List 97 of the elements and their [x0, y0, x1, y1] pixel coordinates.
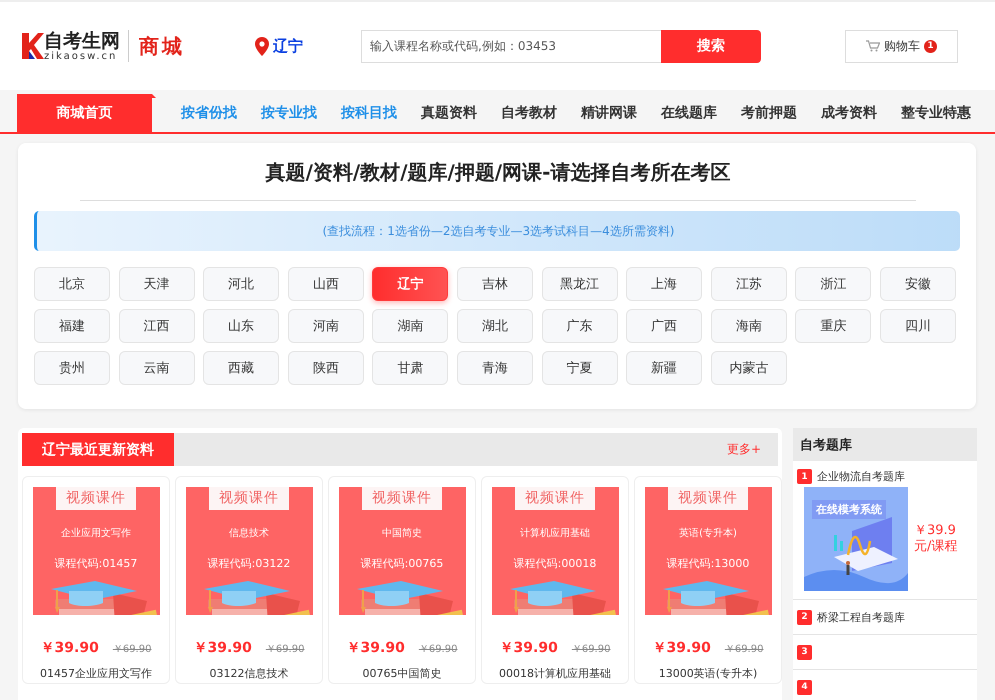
product-title[interactable]: 03122信息技术 [210, 666, 288, 681]
region-button[interactable]: 辽宁 [372, 267, 448, 301]
original-price: ￥69.90 [418, 643, 458, 656]
panel-title: 真题/资料/教材/题库/押题/网课-请选择自考所在考区 [80, 143, 916, 201]
cover-course-code: 课程代码:00018 [514, 556, 596, 571]
region-button[interactable]: 贵州 [34, 351, 110, 385]
product-card[interactable]: 视频课件 英语(专升本) 课程代码:13000 ￥39.90 ￥69.90 13000英语(专升本) [634, 476, 782, 684]
rank-badge: 4 [797, 680, 812, 694]
region-button[interactable]: 福建 [34, 309, 110, 343]
original-price: ￥69.90 [724, 643, 764, 656]
region-button[interactable]: 甘肃 [372, 351, 448, 385]
region-button[interactable]: 江西 [118, 309, 195, 343]
price: ￥39.90 [346, 639, 405, 657]
rank-badge: 3 [797, 644, 812, 660]
region-button[interactable]: 重庆 [795, 309, 872, 343]
region-button[interactable]: 上海 [626, 267, 702, 301]
original-price: ￥69.90 [112, 643, 152, 656]
cover-tag: 视频课件 [209, 487, 289, 510]
region-button[interactable]: 宁夏 [542, 351, 618, 385]
region-button[interactable]: 黑龙江 [542, 267, 618, 301]
region-button[interactable]: 海南 [710, 309, 787, 343]
search-field[interactable]: 输入课程名称或代码,例如：03453 [361, 30, 661, 62]
cover-course-name: 企业应用文写作 [61, 526, 131, 540]
region-button[interactable]: 四川 [880, 309, 956, 343]
location-pin-icon [255, 36, 269, 56]
product-title[interactable]: 00765中国简史 [362, 666, 442, 681]
cover-course-name: 中国简史 [382, 526, 422, 540]
region-button[interactable]: 广东 [542, 309, 618, 343]
location-link[interactable]: 辽宁 [273, 36, 303, 56]
region-button[interactable]: 北京 [34, 267, 110, 301]
cover-course-name: 英语(专升本) [679, 526, 737, 540]
cover-tag: 视频课件 [515, 487, 595, 510]
product-card[interactable]: 视频课件 信息技术 课程代码:03122 ￥39.90 ￥69.90 03122信息技术 [175, 476, 323, 684]
search-button[interactable]: 搜索 [661, 30, 761, 62]
region-button[interactable]: 山东 [203, 309, 280, 343]
region-button[interactable]: 云南 [118, 351, 195, 385]
mall-label: 商城 [139, 32, 185, 60]
cover-course-name: 计算机应用基础 [520, 526, 590, 540]
region-button[interactable]: 江苏 [710, 267, 787, 301]
region-button[interactable]: 内蒙古 [710, 351, 787, 385]
cover-course-code: 课程代码:00765 [360, 556, 444, 571]
region-button[interactable]: 山西 [288, 267, 364, 301]
nav-link[interactable]: 精讲网课 [581, 104, 637, 122]
notice-banner: (查找流程：1选省份—2选自考专业—3选考试科目—4选所需资料) [34, 211, 960, 251]
region-button[interactable]: 吉林 [456, 267, 533, 301]
region-button[interactable]: 湖北 [456, 309, 533, 343]
logo-text: 自考生网 [44, 30, 120, 50]
product-card[interactable]: 视频课件 计算机应用基础 课程代码:00018 ￥39.90 ￥69.90 00018计算机应用基础 [481, 476, 629, 684]
nav-link[interactable]: 整专业特惠 [901, 104, 971, 122]
question-bank-link[interactable]: 企业物流自考题库 [817, 469, 905, 484]
sidebar-title: 自考题库 [793, 428, 977, 461]
product-title[interactable]: 01457企业应用文写作 [40, 666, 152, 681]
region-button[interactable]: 天津 [118, 267, 195, 301]
cover-course-code: 课程代码:01457 [54, 556, 138, 571]
region-button[interactable]: 湖南 [372, 309, 448, 343]
nav-link[interactable]: 成考资料 [821, 104, 877, 122]
section-title: 辽宁最近更新资料 [22, 433, 174, 466]
price: ￥39.90 [652, 639, 711, 657]
product-title[interactable]: 13000英语(专升本) [658, 666, 758, 681]
cover-tag: 视频课件 [56, 487, 136, 510]
product-title[interactable]: 00018计算机应用基础 [499, 666, 611, 681]
region-button[interactable]: 安徽 [880, 267, 956, 301]
cover-course-name: 信息技术 [229, 526, 269, 540]
region-button[interactable]: 河北 [203, 267, 280, 301]
price: ￥39.90 [40, 639, 99, 657]
cart-count-badge: 1 [924, 40, 937, 52]
region-button[interactable]: 河南 [288, 309, 364, 343]
nav-link[interactable]: 在线题库 [661, 104, 717, 122]
banner-text: 在线模考系统 [812, 500, 886, 519]
nav-link[interactable]: 考前押题 [741, 104, 797, 122]
cover-tag: 视频课件 [362, 487, 442, 510]
question-bank-link[interactable]: 桥梁工程自考题库 [817, 610, 905, 624]
region-button[interactable]: 浙江 [795, 267, 872, 301]
price-unit: 元/课程 [914, 539, 958, 555]
rank-badge: 1 [797, 469, 812, 484]
rank-badge: 2 [797, 610, 812, 624]
product-card[interactable]: 视频课件 中国简史 课程代码:00765 ￥39.90 ￥69.90 00765中国简史 [328, 476, 476, 684]
cover-tag: 视频课件 [668, 487, 748, 510]
price: ￥39.90 [500, 639, 558, 657]
region-button[interactable]: 西藏 [203, 351, 280, 385]
cart-button[interactable]: 购物车 1 [845, 30, 958, 62]
region-button[interactable]: 新疆 [626, 351, 702, 385]
nav-link[interactable]: 自考教材 [501, 104, 557, 122]
product-card[interactable]: 视频课件 企业应用文写作 课程代码:01457 ￥39.90 ￥69.90 01457企业应用文写作 [22, 476, 170, 684]
region-button[interactable]: 青海 [456, 351, 533, 385]
original-price: ￥69.90 [266, 643, 304, 656]
nav-link[interactable]: 真题资料 [421, 104, 477, 122]
logo-domain: zikaosw.cn [44, 50, 118, 62]
region-button[interactable]: 广西 [626, 309, 702, 343]
price: ￥39.90 [194, 639, 252, 657]
price: ￥39.9 [914, 523, 957, 539]
k-logo-icon [22, 33, 44, 59]
cover-course-code: 课程代码:03122 [208, 556, 290, 571]
cart-icon [866, 40, 880, 52]
cover-course-code: 课程代码:13000 [666, 556, 750, 571]
region-button[interactable]: 陕西 [288, 351, 364, 385]
original-price: ￥69.90 [572, 643, 610, 656]
